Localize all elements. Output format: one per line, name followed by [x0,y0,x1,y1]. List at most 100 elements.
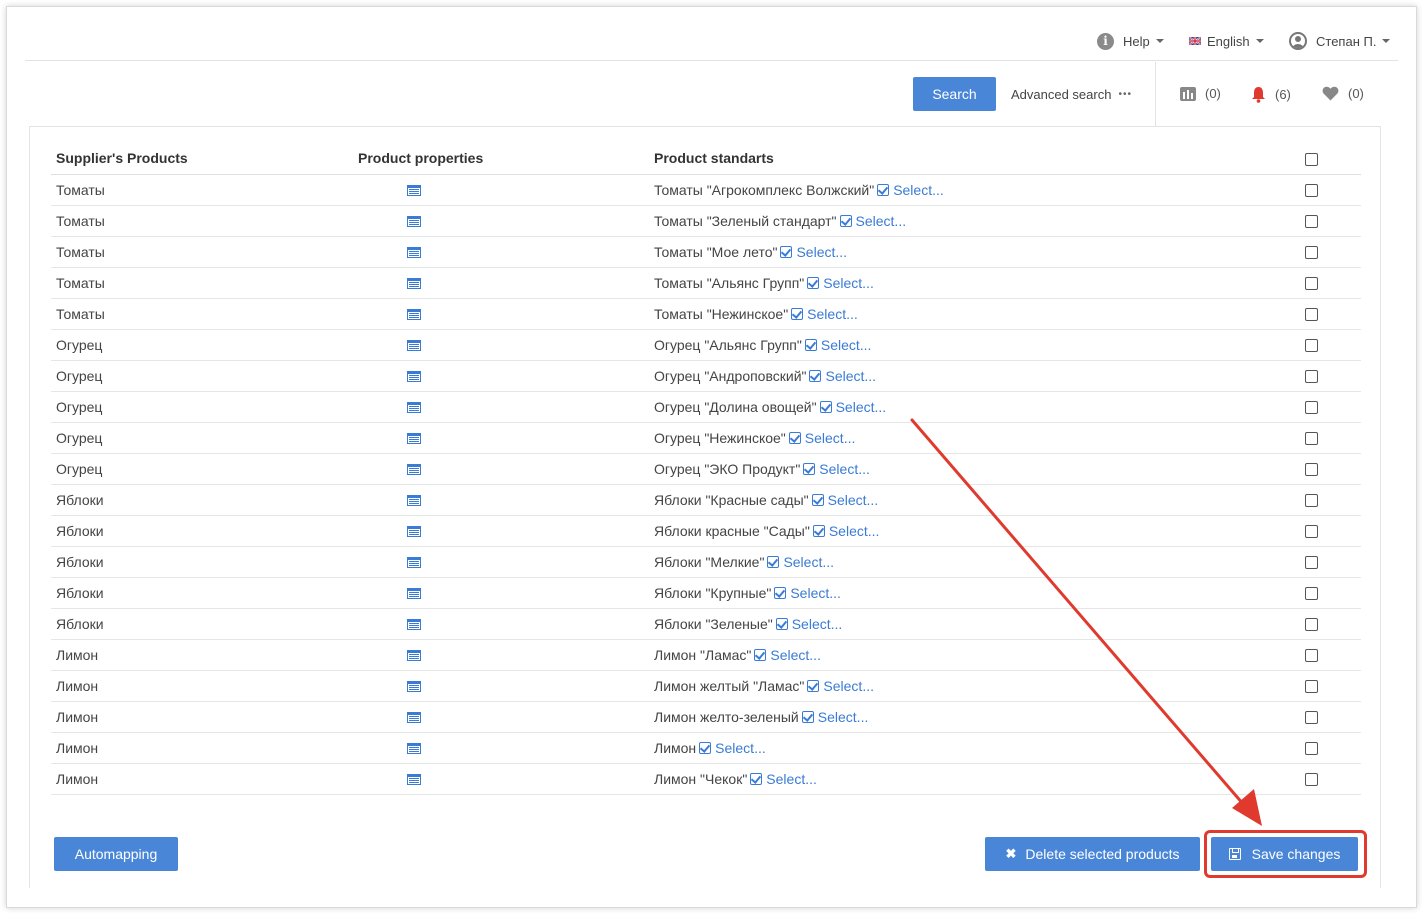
language-menu[interactable]: English [1189,31,1264,51]
advanced-search-link[interactable]: Advanced search ••• [1011,87,1132,102]
select-all-checkbox[interactable] [1305,153,1318,167]
list-card-icon[interactable] [407,774,421,786]
list-card-icon[interactable] [407,495,421,507]
select-standard-link[interactable]: Select... [825,368,876,384]
select-standard-link[interactable]: Select... [807,306,858,322]
select-standard-link[interactable]: Select... [770,647,821,663]
row-checkbox[interactable] [1305,401,1318,415]
product-standard-name: Лимон "Ламас" [654,646,752,663]
toolbar-divider [1155,62,1156,126]
select-standard-link[interactable]: Select... [805,430,856,446]
list-card-icon[interactable] [407,433,421,445]
list-card-icon[interactable] [407,712,421,724]
select-standard-link[interactable]: Select... [715,740,766,756]
product-standard-cell: Лимон Select... [648,732,1248,764]
row-checkbox[interactable] [1305,277,1318,291]
row-checkbox[interactable] [1305,308,1318,322]
row-checkbox[interactable] [1305,649,1318,663]
select-standard-link[interactable]: Select... [792,616,843,632]
list-card-icon[interactable] [407,185,421,197]
row-checkbox[interactable] [1305,618,1318,632]
list-card-icon[interactable] [407,526,421,538]
delete-selected-button[interactable]: ✖ Delete selected products [985,837,1200,871]
list-card-icon[interactable] [407,681,421,693]
product-properties-cell [352,484,648,516]
list-card-icon[interactable] [407,340,421,352]
list-card-icon[interactable] [407,278,421,290]
row-checkbox-cell [1248,515,1361,547]
product-standard-cell: Огурец "Альянс Групп" Select... [648,329,1248,361]
row-checkbox[interactable] [1305,742,1318,756]
edit-check-icon [774,586,787,599]
row-checkbox-cell [1248,391,1361,423]
select-standard-link[interactable]: Select... [818,709,869,725]
automapping-button[interactable]: Automapping [54,837,178,871]
select-standard-link[interactable]: Select... [836,399,887,415]
product-name-cell: Лимон [51,701,352,733]
row-checkbox[interactable] [1305,556,1318,570]
product-properties-cell [352,329,648,361]
list-card-icon[interactable] [407,650,421,662]
list-card-icon[interactable] [407,402,421,414]
column-header-standards[interactable]: Product standarts [648,143,1248,175]
row-checkbox[interactable] [1305,711,1318,725]
row-checkbox[interactable] [1305,773,1318,787]
select-standard-link[interactable]: Select... [819,461,870,477]
product-name-cell: Лимон [51,732,352,764]
row-checkbox[interactable] [1305,215,1318,229]
product-standard-cell: Лимон "Ламас" Select... [648,639,1248,671]
table-row: Яблоки Яблоки красные "Сады" Select... [51,515,1361,547]
row-checkbox-cell [1248,763,1361,795]
select-standard-link[interactable]: Select... [821,337,872,353]
product-name: Огурец [56,460,103,477]
row-checkbox[interactable] [1305,432,1318,446]
favorites-counter[interactable]: (0) [1322,86,1364,101]
compare-counter[interactable]: (0) [1180,86,1221,101]
edit-check-icon [699,741,712,754]
select-standard-link[interactable]: Select... [766,771,817,787]
column-header-properties[interactable]: Product properties [352,143,648,175]
select-standard-link[interactable]: Select... [828,492,879,508]
edit-check-icon [791,307,804,320]
user-menu[interactable]: Степан П. [1289,31,1391,51]
column-header-products[interactable]: Supplier's Products [51,143,352,175]
list-card-icon[interactable] [407,588,421,600]
search-button[interactable]: Search [913,77,996,111]
list-card-icon[interactable] [407,619,421,631]
help-menu[interactable]: i Help [1097,31,1164,51]
row-checkbox-cell [1248,298,1361,330]
product-standard-cell: Лимон желтый "Ламас" Select... [648,670,1248,702]
row-checkbox[interactable] [1305,463,1318,477]
row-checkbox[interactable] [1305,184,1318,198]
select-standard-link[interactable]: Select... [829,523,880,539]
select-standard-link[interactable]: Select... [790,585,841,601]
edit-check-icon [801,710,814,723]
row-checkbox[interactable] [1305,494,1318,508]
table-row: Лимон Лимон "Ламас" Select... [51,639,1361,671]
select-standard-link[interactable]: Select... [823,275,874,291]
row-checkbox[interactable] [1305,370,1318,384]
list-card-icon[interactable] [407,743,421,755]
list-card-icon[interactable] [407,216,421,228]
row-checkbox[interactable] [1305,587,1318,601]
select-standard-link[interactable]: Select... [796,244,847,260]
row-checkbox[interactable] [1305,339,1318,353]
row-checkbox[interactable] [1305,246,1318,260]
select-standard-link[interactable]: Select... [783,554,834,570]
table-row: Огурец Огурец "Андроповский" Select... [51,360,1361,392]
list-card-icon[interactable] [407,464,421,476]
row-checkbox[interactable] [1305,680,1318,694]
row-checkbox[interactable] [1305,525,1318,539]
row-checkbox-cell [1248,267,1361,299]
list-card-icon[interactable] [407,247,421,259]
select-standard-link[interactable]: Select... [856,213,907,229]
list-card-icon[interactable] [407,557,421,569]
select-standard-link[interactable]: Select... [893,182,944,198]
product-standard-name: Томаты "Альянс Групп" [654,274,805,291]
edit-check-icon [811,493,824,506]
notifications-counter[interactable]: (6) [1251,86,1291,103]
select-standard-link[interactable]: Select... [823,678,874,694]
product-name-cell: Лимон [51,670,352,702]
list-card-icon[interactable] [407,309,421,321]
list-card-icon[interactable] [407,371,421,383]
